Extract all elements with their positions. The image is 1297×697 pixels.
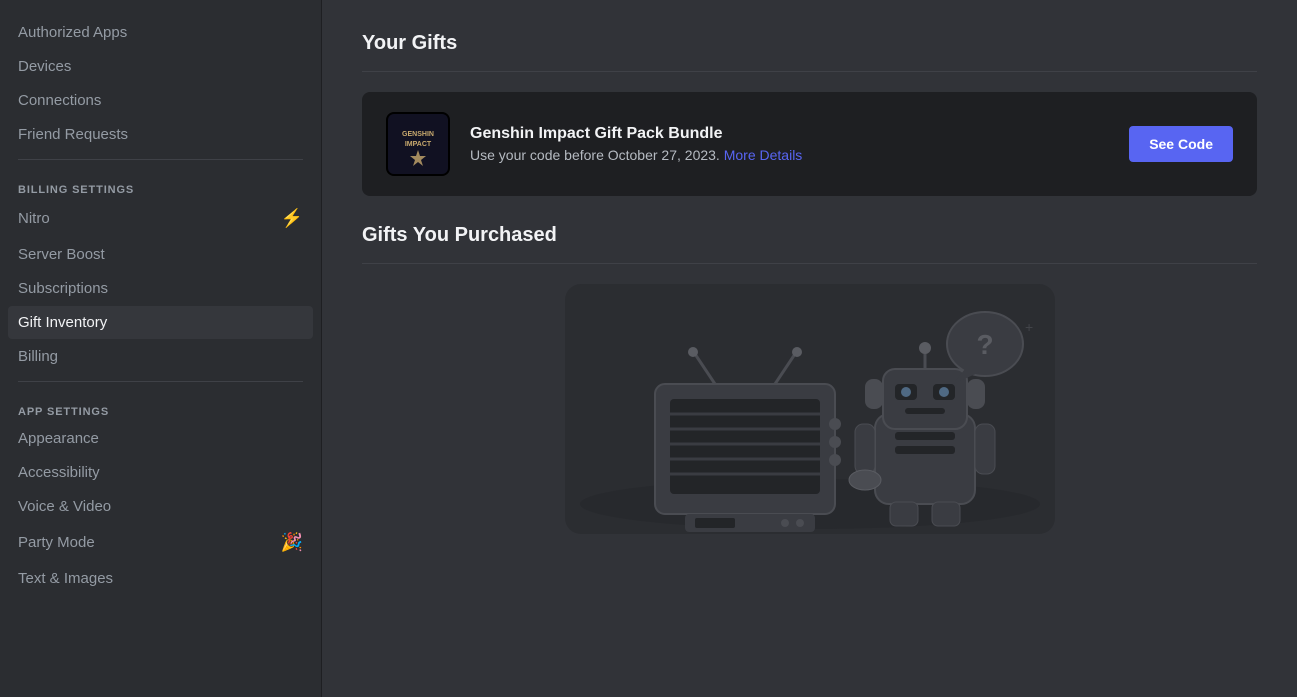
illustration-container: ? + + + + — [565, 284, 1055, 534]
sidebar-item-label: Subscriptions — [18, 280, 108, 297]
gift-card: GENSHIN IMPACT Genshin Impact Gift Pack … — [362, 92, 1257, 196]
sidebar-item-label: Authorized Apps — [18, 24, 127, 41]
your-gifts-title: Your Gifts — [362, 32, 1257, 55]
svg-text:+: + — [1025, 319, 1033, 335]
sidebar-item-label: Gift Inventory — [18, 314, 107, 331]
gifts-purchased-divider — [362, 263, 1257, 264]
sidebar-item-label: Billing — [18, 348, 58, 365]
sidebar-item-party-mode[interactable]: Party Mode 🎉 — [8, 524, 313, 561]
gift-card-title: Genshin Impact Gift Pack Bundle — [470, 125, 1109, 143]
your-gifts-divider — [362, 71, 1257, 72]
sidebar-item-accessibility[interactable]: Accessibility — [8, 456, 313, 489]
app-settings-label: APP SETTINGS — [8, 390, 313, 422]
sidebar-item-text-images[interactable]: Text & Images — [8, 562, 313, 595]
more-details-link[interactable]: More Details — [724, 147, 803, 163]
party-icon: 🎉 — [281, 532, 303, 553]
sidebar-item-nitro[interactable]: Nitro ⚡ — [8, 200, 313, 237]
main-content: Your Gifts GENSHIN IMPACT Genshin Impact… — [322, 0, 1297, 697]
gift-card-description: Use your code before October 27, 2023. M… — [470, 147, 1109, 163]
see-code-button[interactable]: See Code — [1129, 126, 1233, 162]
svg-text:?: ? — [976, 329, 993, 360]
sidebar-item-friend-requests[interactable]: Friend Requests — [8, 118, 313, 151]
sidebar-item-gift-inventory[interactable]: Gift Inventory — [8, 306, 313, 339]
sidebar-item-subscriptions[interactable]: Subscriptions — [8, 272, 313, 305]
sidebar-item-authorized-apps[interactable]: Authorized Apps — [8, 16, 313, 49]
sidebar-item-label: Text & Images — [18, 570, 113, 587]
sidebar-item-label: Server Boost — [18, 246, 105, 263]
sidebar-item-label: Accessibility — [18, 464, 100, 481]
sidebar-item-voice-video[interactable]: Voice & Video — [8, 490, 313, 523]
sidebar-top-section: Authorized Apps Devices Connections Frie… — [8, 16, 313, 151]
sidebar-divider-2 — [18, 381, 303, 382]
sidebar-item-label: Voice & Video — [18, 498, 111, 515]
sidebar: Authorized Apps Devices Connections Frie… — [0, 0, 322, 697]
nitro-icon: ⚡ — [281, 208, 303, 229]
gifts-purchased-title: Gifts You Purchased — [362, 224, 1257, 247]
svg-text:GENSHIN: GENSHIN — [402, 131, 434, 138]
sidebar-item-label: Devices — [18, 58, 71, 75]
genshin-logo-svg: GENSHIN IMPACT — [388, 114, 448, 174]
gift-card-info: Genshin Impact Gift Pack Bundle Use your… — [470, 125, 1109, 163]
svg-text:IMPACT: IMPACT — [405, 141, 432, 148]
gift-card-image: GENSHIN IMPACT — [386, 112, 450, 176]
sidebar-item-billing[interactable]: Billing — [8, 340, 313, 373]
sidebar-item-label: Appearance — [18, 430, 99, 447]
sidebar-item-label: Connections — [18, 92, 101, 109]
sidebar-item-devices[interactable]: Devices — [8, 50, 313, 83]
sidebar-item-label: Party Mode — [18, 534, 95, 551]
empty-state: ? + + + + — [362, 284, 1257, 534]
billing-settings-label: BILLING SETTINGS — [8, 168, 313, 200]
robot-illustration: ? + + + + — [565, 284, 1055, 534]
sidebar-divider-1 — [18, 159, 303, 160]
sidebar-item-label: Nitro — [18, 210, 50, 227]
sidebar-item-connections[interactable]: Connections — [8, 84, 313, 117]
sidebar-item-appearance[interactable]: Appearance — [8, 422, 313, 455]
gift-card-desc-text: Use your code before October 27, 2023. — [470, 147, 720, 163]
sidebar-item-server-boost[interactable]: Server Boost — [8, 238, 313, 271]
sidebar-item-label: Friend Requests — [18, 126, 128, 143]
